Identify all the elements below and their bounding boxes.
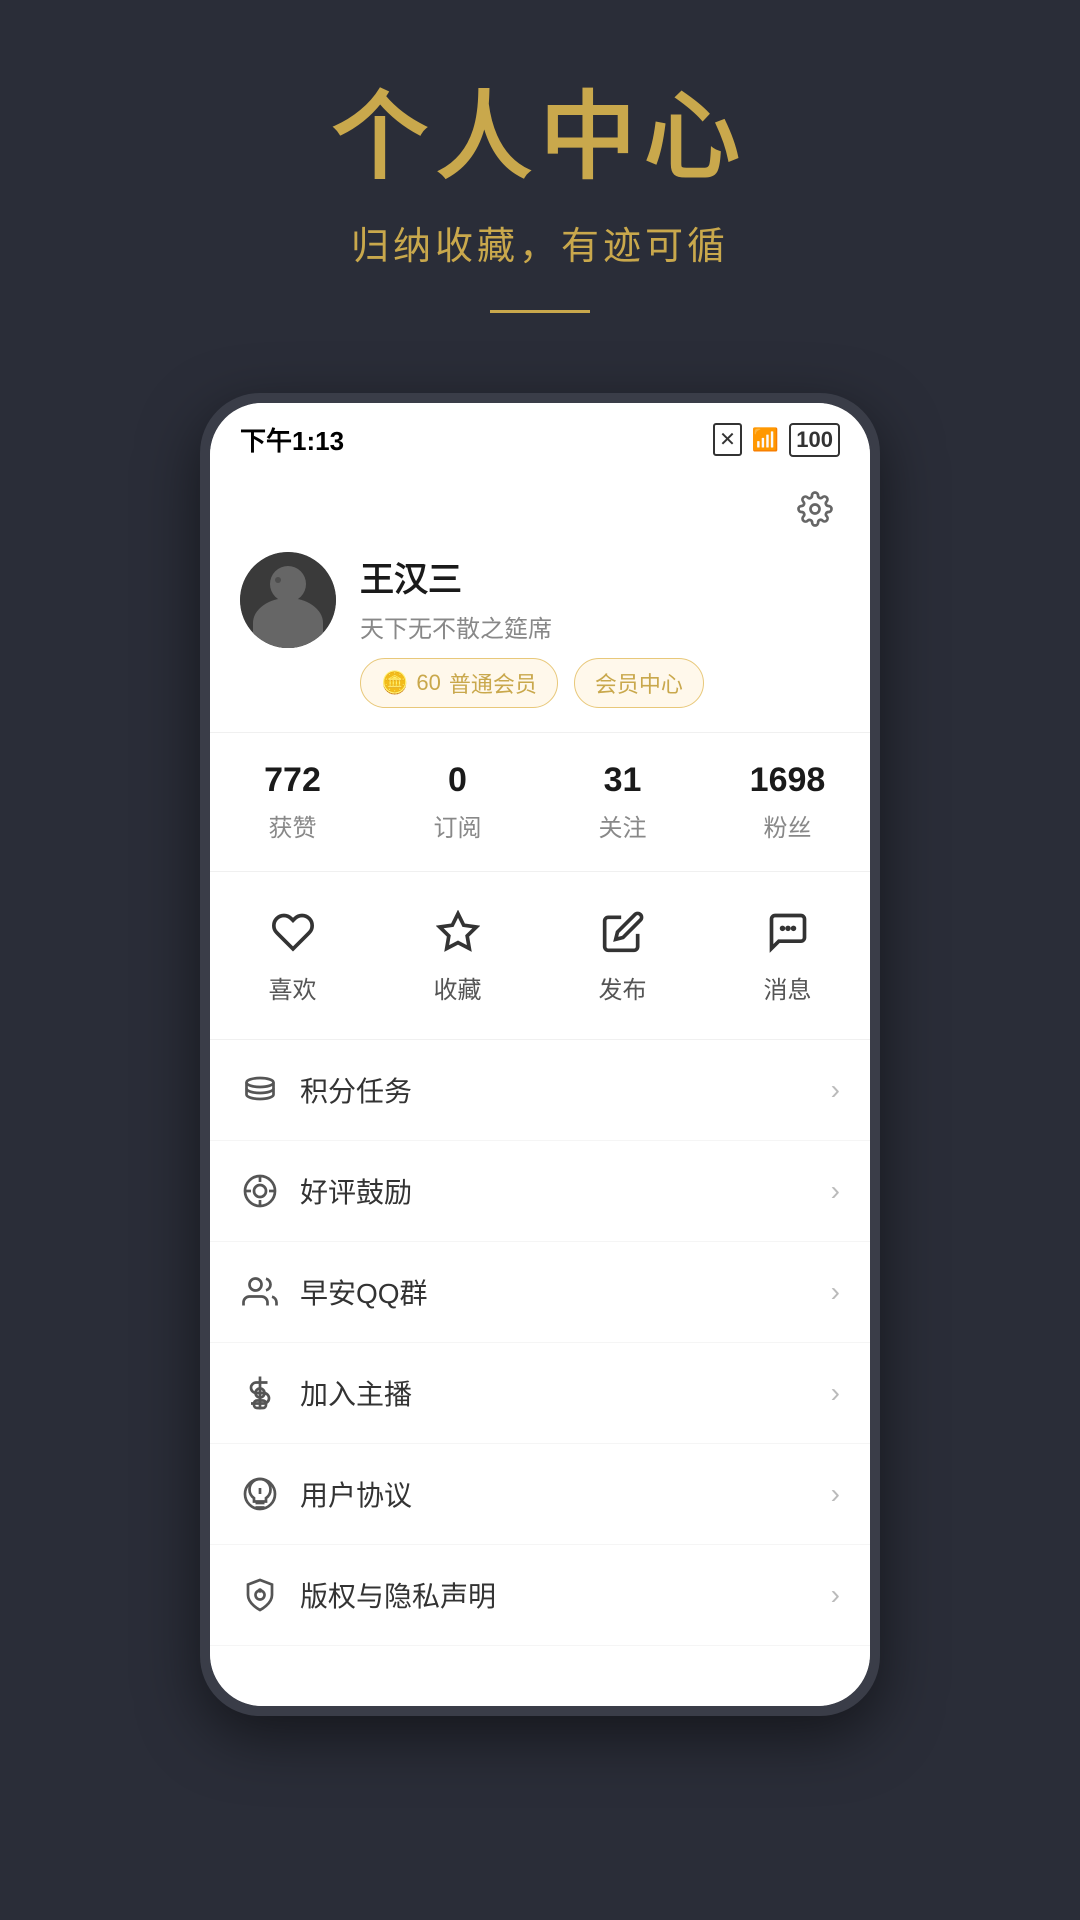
status-icons: ✕ 📶 100: [713, 423, 840, 457]
action-label-collect: 收藏: [434, 970, 482, 1005]
profile-section: 王汉三 天下无不散之筵席 🪙 60 普通会员 会员中心: [210, 542, 870, 732]
action-label-publish: 发布: [599, 970, 647, 1005]
chevron-review: ›: [831, 1175, 840, 1207]
chevron-privacy: ›: [831, 1579, 840, 1611]
phone-frame: 下午1:13 ✕ 📶 100: [200, 393, 880, 1716]
profile-badges: 🪙 60 普通会员 会员中心: [360, 658, 840, 708]
profile-name: 王汉三: [360, 552, 840, 601]
menu-label-anchor: 加入主播: [300, 1373, 811, 1413]
action-message[interactable]: 消息: [705, 882, 870, 1029]
profile-info: 王汉三 天下无不散之筵席 🪙 60 普通会员 会员中心: [360, 552, 840, 708]
menu-item-privacy[interactable]: 版权与隐私声明 ›: [210, 1545, 870, 1646]
stat-value-fans: 1698: [750, 761, 826, 800]
battery-icon: 100: [789, 423, 840, 457]
menu-label-agreement: 用户协议: [300, 1474, 811, 1514]
stat-subscriptions[interactable]: 0 订阅: [375, 733, 540, 871]
profile-bio: 天下无不散之筵席: [360, 609, 840, 644]
action-label-message: 消息: [764, 970, 812, 1005]
settings-row: [210, 468, 870, 542]
status-time: 下午1:13: [240, 421, 344, 458]
member-center-label: 会员中心: [595, 672, 683, 697]
stat-value-likes: 772: [264, 761, 321, 800]
menu-label-points: 积分任务: [300, 1070, 811, 1110]
gear-icon: [797, 491, 833, 527]
action-publish[interactable]: 发布: [540, 882, 705, 1029]
menu-item-review[interactable]: 好评鼓励 ›: [210, 1141, 870, 1242]
sim-icon: ✕: [713, 423, 742, 456]
stat-fans[interactable]: 1698 粉丝: [705, 733, 870, 871]
menu-label-privacy: 版权与隐私声明: [300, 1575, 811, 1615]
message-icon: [762, 906, 814, 958]
page-header: 个人中心 归纳收藏，有迹可循: [0, 0, 1080, 353]
like-icon: [267, 906, 319, 958]
chevron-anchor: ›: [831, 1377, 840, 1409]
stat-following[interactable]: 31 关注: [540, 733, 705, 871]
privacy-icon: [240, 1575, 280, 1615]
settings-button[interactable]: [790, 484, 840, 534]
stat-value-following: 31: [604, 761, 642, 800]
stat-label-likes: 获赞: [269, 808, 317, 843]
menu-item-anchor[interactable]: 加入主播 ›: [210, 1343, 870, 1444]
action-label-like: 喜欢: [269, 970, 317, 1005]
member-label: 普通会员: [449, 667, 537, 699]
stat-value-subscriptions: 0: [448, 761, 467, 800]
stat-likes[interactable]: 772 获赞: [210, 733, 375, 871]
member-badge[interactable]: 🪙 60 普通会员: [360, 658, 558, 708]
chevron-agreement: ›: [831, 1478, 840, 1510]
bottom-space: [210, 1646, 870, 1706]
coin-icon: 🪙: [381, 670, 408, 696]
chevron-points: ›: [831, 1074, 840, 1106]
stat-label-following: 关注: [599, 808, 647, 843]
anchor-icon: [240, 1373, 280, 1413]
wifi-icon: 📶: [752, 427, 779, 453]
stat-label-subscriptions: 订阅: [434, 808, 482, 843]
phone-screen: 下午1:13 ✕ 📶 100: [210, 403, 870, 1706]
menu-item-qq[interactable]: 早安QQ群 ›: [210, 1242, 870, 1343]
chevron-qq: ›: [831, 1276, 840, 1308]
menu-list: 积分任务 › 好评鼓励 ›: [210, 1040, 870, 1646]
stats-row: 772 获赞 0 订阅 31 关注 1698 粉丝: [210, 732, 870, 872]
publish-icon: [597, 906, 649, 958]
menu-item-points[interactable]: 积分任务 ›: [210, 1040, 870, 1141]
menu-label-qq: 早安QQ群: [300, 1272, 811, 1312]
page-subtitle: 归纳收藏，有迹可循: [351, 215, 729, 270]
menu-item-agreement[interactable]: 用户协议 ›: [210, 1444, 870, 1545]
menu-label-review: 好评鼓励: [300, 1171, 811, 1211]
agreement-icon: [240, 1474, 280, 1514]
status-bar: 下午1:13 ✕ 📶 100: [210, 403, 870, 468]
actions-row: 喜欢 收藏 发布: [210, 872, 870, 1040]
member-center-badge[interactable]: 会员中心: [574, 658, 704, 708]
page-title: 个人中心: [332, 80, 748, 195]
avatar[interactable]: [240, 552, 336, 648]
qq-icon: [240, 1272, 280, 1312]
action-collect[interactable]: 收藏: [375, 882, 540, 1029]
review-icon: [240, 1171, 280, 1211]
points-icon: [240, 1070, 280, 1110]
coin-count: 60: [416, 670, 440, 696]
stat-label-fans: 粉丝: [764, 808, 812, 843]
action-like[interactable]: 喜欢: [210, 882, 375, 1029]
divider: [490, 310, 590, 313]
star-icon: [432, 906, 484, 958]
